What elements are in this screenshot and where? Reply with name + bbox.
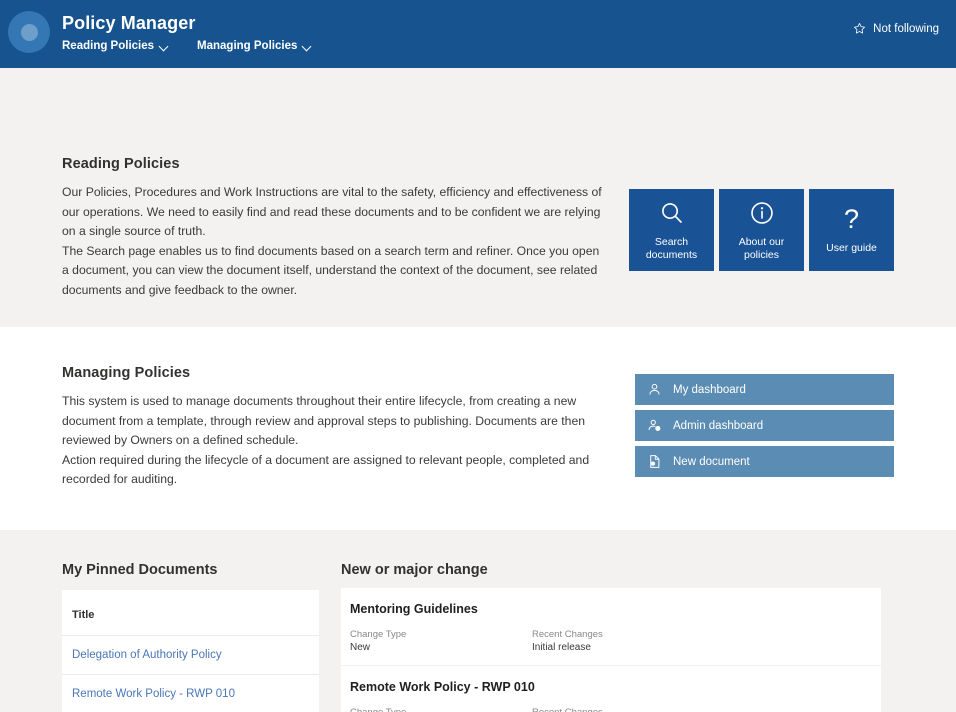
- change-card-title: Mentoring Guidelines: [350, 601, 478, 616]
- managing-paragraph-2: Action required during the lifecycle of …: [62, 452, 590, 487]
- my-dashboard-button[interactable]: My dashboard: [635, 374, 894, 405]
- avatar-inner-dot: [20, 23, 38, 41]
- person-icon: [649, 383, 660, 395]
- change-card[interactable]: Mentoring Guidelines Change Type New Rec…: [341, 587, 881, 677]
- change-card-title: Remote Work Policy - RWP 010: [350, 679, 535, 694]
- nav-item-reading-policies[interactable]: Reading Policies: [62, 40, 169, 52]
- table-row[interactable]: Remote Work Policy - RWP 010: [62, 674, 319, 712]
- nav-item-label: Reading Policies: [62, 40, 155, 52]
- button-label: My dashboard: [673, 383, 746, 396]
- not-following-label: Not following: [873, 22, 939, 35]
- about-our-policies-tile[interactable]: About our policies: [719, 189, 804, 271]
- change-type-value: New: [350, 641, 371, 653]
- reading-policies-body: Our Policies, Procedures and Work Instru…: [62, 183, 607, 300]
- new-or-major-change-heading: New or major change: [341, 561, 488, 578]
- admin-dashboard-button[interactable]: Admin dashboard: [635, 410, 894, 441]
- magnifier-icon: [659, 198, 685, 229]
- reading-policies-section: Reading Policies Our Policies, Procedure…: [0, 68, 956, 327]
- reading-paragraph-2: The Search page enables us to find docum…: [62, 243, 600, 297]
- change-card-list: Mentoring Guidelines Change Type New Rec…: [341, 587, 881, 712]
- managing-policies-body: This system is used to manage documents …: [62, 392, 607, 490]
- change-card[interactable]: Remote Work Policy - RWP 010 Change Type…: [341, 665, 881, 712]
- question-mark-icon: ?: [843, 204, 860, 235]
- column-header-title: Title: [62, 589, 319, 636]
- managing-policies-section: Managing Policies This system is used to…: [0, 327, 956, 530]
- person-gear-icon: [648, 419, 661, 431]
- managing-policies-text: Managing Policies This system is used to…: [62, 365, 607, 490]
- info-circle-icon: [749, 198, 775, 229]
- reading-action-tiles: Search documents About our policies ? Us…: [629, 189, 894, 271]
- recent-changes-label: Recent Changes: [532, 706, 603, 712]
- star-outline-icon: [854, 23, 866, 34]
- nav-item-managing-policies[interactable]: Managing Policies: [197, 40, 312, 52]
- table-header-row: Title: [62, 589, 319, 636]
- recent-changes-label: Recent Changes: [532, 628, 603, 640]
- dashboard-panels-section: My Pinned Documents Title Delegation of …: [0, 529, 956, 712]
- pinned-documents-table: Title Delegation of Authority Policy Rem…: [62, 589, 319, 712]
- change-type-label: Change Type: [350, 706, 407, 712]
- avatar: [8, 11, 50, 53]
- chevron-down-icon: [303, 42, 312, 51]
- recent-changes-field: Recent Changes Initial release: [532, 706, 714, 712]
- new-document-button[interactable]: New document: [635, 446, 894, 477]
- managing-policies-heading: Managing Policies: [62, 365, 191, 381]
- change-type-field: Change Type New: [350, 628, 532, 655]
- nav-item-label: Managing Policies: [197, 40, 298, 52]
- reading-paragraph-1: Our Policies, Procedures and Work Instru…: [62, 185, 602, 238]
- pinned-documents-heading: My Pinned Documents: [62, 561, 218, 578]
- pinned-document-link[interactable]: Remote Work Policy - RWP 010: [72, 688, 235, 700]
- tile-label: Search documents: [645, 235, 698, 262]
- tile-label: User guide: [826, 242, 877, 255]
- table-row[interactable]: Delegation of Authority Policy: [62, 635, 319, 675]
- site-header: Policy Manager Reading Policies Managing…: [0, 0, 956, 68]
- button-label: New document: [673, 455, 750, 468]
- managing-paragraph-1: This system is used to manage documents …: [62, 394, 586, 447]
- page-title: Policy Manager: [62, 13, 196, 33]
- reading-policies-heading: Reading Policies: [62, 156, 180, 172]
- tile-label: About our policies: [738, 235, 785, 262]
- change-type-label: Change Type: [350, 628, 407, 640]
- pinned-document-link[interactable]: Delegation of Authority Policy: [72, 649, 222, 661]
- recent-changes-field: Recent Changes Initial release: [532, 628, 714, 655]
- not-following-button[interactable]: Not following: [853, 22, 939, 35]
- reading-policies-text: Reading Policies Our Policies, Procedure…: [62, 156, 607, 300]
- pinned-documents-panel: My Pinned Documents Title Delegation of …: [62, 562, 319, 712]
- managing-action-buttons: My dashboard Admin dashboard New documen…: [635, 374, 894, 477]
- primary-nav: Reading Policies Managing Policies: [62, 40, 340, 52]
- chevron-down-icon: [160, 42, 169, 51]
- user-guide-tile[interactable]: ? User guide: [809, 189, 894, 271]
- change-type-field: Change Type New: [350, 706, 532, 712]
- new-document-icon: [650, 455, 660, 468]
- new-or-major-change-panel: New or major change Mentoring Guidelines…: [341, 562, 881, 712]
- search-documents-tile[interactable]: Search documents: [629, 189, 714, 271]
- recent-changes-value: Initial release: [532, 641, 591, 653]
- button-label: Admin dashboard: [673, 419, 764, 432]
